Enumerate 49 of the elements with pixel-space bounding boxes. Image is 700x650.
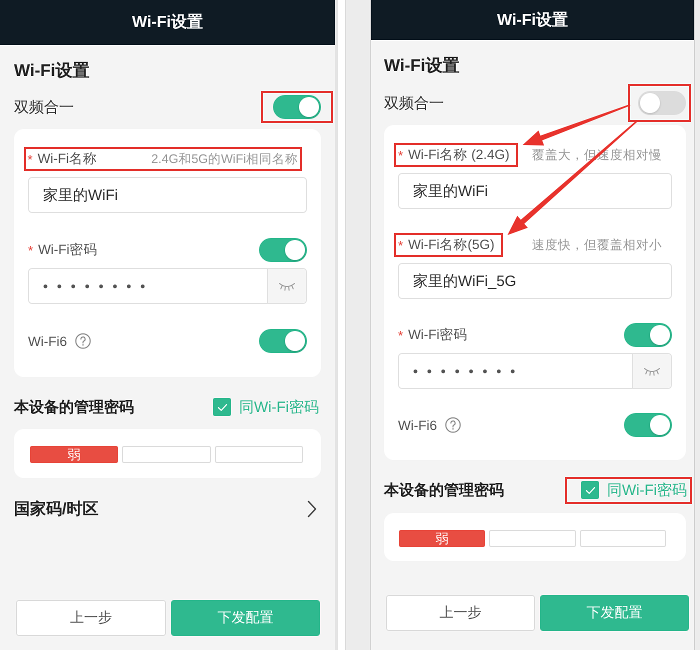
setting-label: 双频合一	[14, 98, 74, 116]
text-field[interactable]: 家里的WiFi	[28, 177, 307, 213]
toggle-switch[interactable]	[273, 95, 321, 119]
field-label: Wi-Fi名称 (2.4G)	[408, 146, 510, 164]
required-asterisk: *	[28, 242, 34, 258]
strength-segment: 弱	[30, 446, 118, 463]
section-title: Wi-Fi设置	[14, 60, 90, 82]
text-field[interactable]: 家里的WiFi	[398, 173, 672, 209]
toggle-switch[interactable]	[624, 323, 672, 347]
section-title: 本设备的管理密码	[14, 398, 134, 416]
checkbox[interactable]	[581, 481, 600, 499]
field-label: Wi-Fi6	[398, 418, 437, 432]
field-hint: 速度快，但覆盖相对小	[532, 236, 662, 254]
help-icon[interactable]	[445, 417, 461, 433]
required-asterisk: *	[398, 328, 404, 342]
toggle-switch[interactable]	[259, 329, 307, 353]
strength-segment: 弱	[399, 530, 486, 547]
closed-eye-icon	[278, 282, 296, 290]
screen-title: Wi-Fi设置	[132, 12, 203, 33]
field-label: Wi-Fi密码	[38, 241, 98, 259]
field-label: Wi-Fi名称	[38, 150, 98, 168]
field-label: Wi-Fi6	[28, 334, 67, 348]
toggle-switch[interactable]	[624, 413, 672, 437]
password-field[interactable]: ••••••••	[398, 353, 672, 389]
menu-item-label[interactable]: 国家码/时区	[14, 498, 98, 520]
show-password-button[interactable]	[267, 269, 306, 303]
closed-eye-icon	[643, 366, 661, 376]
screen-title: Wi-Fi设置	[497, 10, 568, 30]
checkmark-icon	[584, 486, 596, 494]
text-field[interactable]: 家里的WiFi_5G	[398, 263, 672, 299]
chevron-right-icon[interactable]	[307, 500, 317, 518]
section-title: 本设备的管理密码	[384, 480, 504, 500]
checkmark-icon	[216, 402, 228, 412]
field-label: Wi-Fi密码	[408, 326, 468, 344]
setting-label: 双频合一	[384, 94, 444, 112]
section-title: Wi-Fi设置	[384, 55, 460, 77]
back-button[interactable]: 上一步	[386, 595, 535, 631]
field-label: Wi-Fi名称(5G)	[408, 236, 495, 254]
back-button[interactable]: 上一步	[16, 600, 166, 636]
show-password-button[interactable]	[632, 354, 671, 388]
toggle-switch[interactable]	[259, 238, 307, 262]
help-icon[interactable]	[75, 333, 91, 349]
required-asterisk: *	[398, 148, 404, 162]
toggle-switch[interactable]	[638, 91, 686, 115]
field-hint: 2.4G和5G的WiFi相同名称	[151, 150, 298, 168]
checkbox[interactable]	[213, 398, 232, 416]
password-field[interactable]: ••••••••	[28, 268, 307, 304]
required-asterisk: *	[28, 152, 33, 166]
required-asterisk: *	[398, 238, 404, 252]
